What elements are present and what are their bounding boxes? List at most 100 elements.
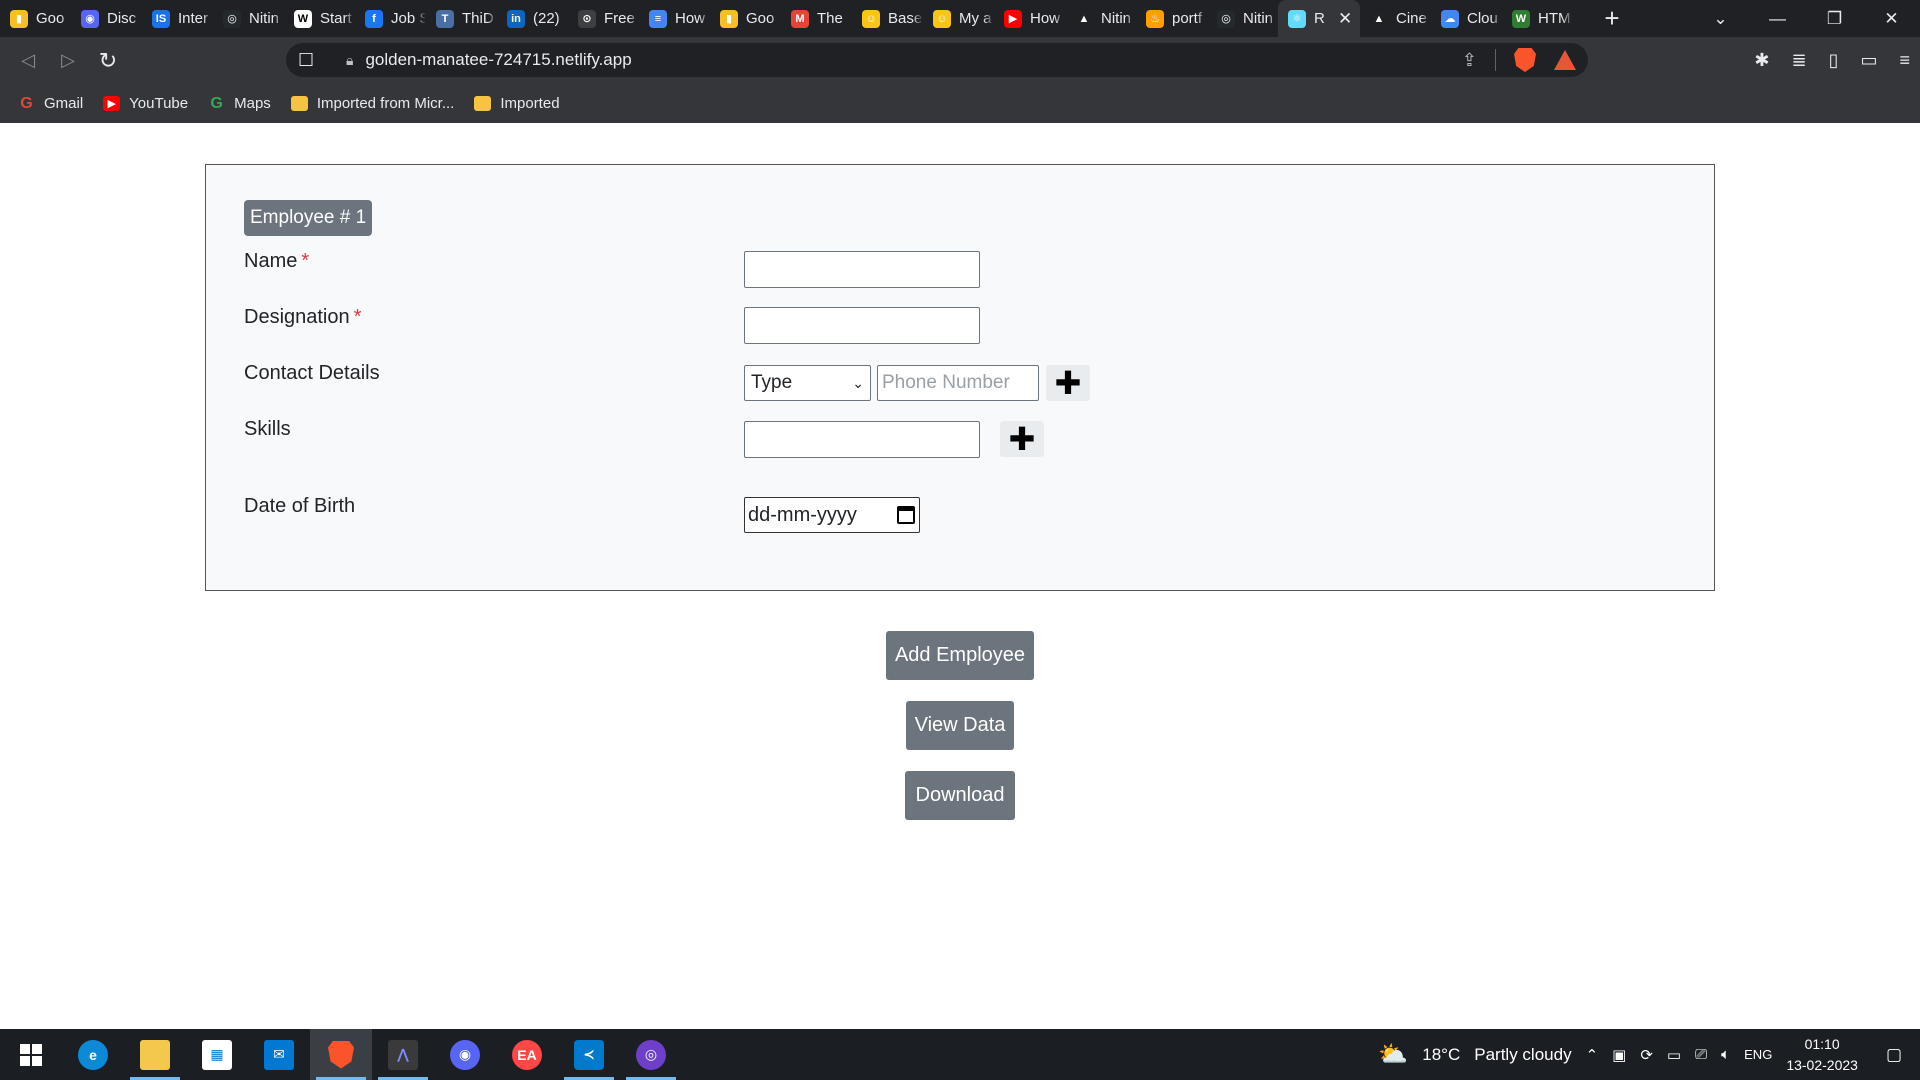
bookmark-item[interactable]: ▶ YouTube <box>103 95 188 112</box>
restore-button[interactable]: ❐ <box>1806 9 1863 29</box>
browser-tab[interactable]: ◎ Nitin <box>213 0 284 37</box>
extensions-icon[interactable]: ✱ <box>1754 50 1769 71</box>
camera-icon[interactable]: ▣ <box>1612 1046 1626 1064</box>
tab-favicon-icon: in <box>507 9 525 28</box>
browser-tab[interactable]: ▮ Goo <box>0 0 71 37</box>
browser-tab[interactable]: M The <box>781 0 852 37</box>
tab-title: Nitin <box>1243 10 1274 27</box>
taskbar-store[interactable]: ▦ <box>186 1029 248 1080</box>
weather-text[interactable]: Partly cloudy <box>1474 1045 1571 1065</box>
sidebar-icon[interactable]: ▯ <box>1829 50 1839 71</box>
employee-form-card: Employee # 1 Name * Designation * Contact … <box>205 164 1715 591</box>
brave-shields-icon[interactable] <box>1514 48 1536 72</box>
tab-favicon-icon: ▶ <box>1004 9 1022 28</box>
start-button[interactable] <box>0 1029 62 1080</box>
add-employee-button[interactable]: Add Employee <box>886 631 1034 680</box>
ea-icon: EA <box>512 1039 542 1070</box>
discord-icon: ◉ <box>450 1039 480 1070</box>
language-indicator[interactable]: ENG <box>1744 1047 1772 1062</box>
bookmark-label: Imported from Micr... <box>316 95 455 112</box>
bookmark-item[interactable]: G Maps <box>208 95 270 113</box>
browser-tab[interactable]: ♨ portf <box>1136 0 1207 37</box>
minimize-button[interactable]: — <box>1749 9 1806 29</box>
browser-tab[interactable]: ☺ Base <box>852 0 923 37</box>
lock-icon[interactable]: 🔒︎ <box>346 52 353 69</box>
designation-input[interactable] <box>744 307 980 344</box>
clock[interactable]: 01:10 13-02-2023 <box>1786 1034 1858 1076</box>
download-button[interactable]: Download <box>905 771 1015 820</box>
taskbar-file-explorer[interactable] <box>124 1029 186 1080</box>
github-icon: ◎ <box>636 1039 666 1070</box>
browser-tab[interactable]: ☁ Clou <box>1431 0 1502 37</box>
update-icon[interactable]: ⟳ <box>1640 1046 1653 1064</box>
browser-tab[interactable]: ▲ Cine <box>1360 0 1431 37</box>
reload-button[interactable]: ↻ <box>88 48 128 74</box>
taskbar-mail[interactable]: ✉ <box>248 1029 310 1080</box>
browser-tab[interactable]: ≡ How <box>639 0 710 37</box>
tab-search-icon[interactable]: ⌄ <box>1692 9 1749 29</box>
media-queue-icon[interactable]: ≣ <box>1791 50 1806 71</box>
chevron-up-icon[interactable]: ⌃ <box>1586 1046 1599 1064</box>
add-contact-button[interactable]: ✚ <box>1046 365 1090 401</box>
browser-tab[interactable]: IS Inter <box>142 0 213 37</box>
network-icon[interactable]: ⎚ <box>1695 1046 1707 1063</box>
forward-button[interactable]: ▷ <box>48 50 88 71</box>
folder-icon <box>140 1039 170 1070</box>
bookmark-item[interactable]: Imported from Micr... <box>290 95 455 112</box>
taskbar-brave[interactable] <box>310 1029 372 1080</box>
weather-temp[interactable]: 18°C <box>1422 1045 1460 1065</box>
brave-rewards-icon[interactable] <box>1554 50 1576 70</box>
tab-favicon-icon: ≡ <box>649 9 667 28</box>
tab-title: ThiD <box>462 10 494 27</box>
taskbar-vscode[interactable]: ≺ <box>558 1029 620 1080</box>
wallet-icon[interactable]: ▭ <box>1860 50 1877 71</box>
new-tab-button[interactable]: + <box>1592 3 1632 34</box>
name-input[interactable] <box>744 251 980 288</box>
taskbar-ea[interactable]: EA <box>496 1029 558 1080</box>
browser-tab[interactable]: ▶ How <box>994 0 1065 37</box>
bookmark-item[interactable]: G Gmail <box>18 95 83 113</box>
address-bar[interactable]: ☐ 🔒︎ golden-manatee-724715.netlify.app ⇪ <box>286 43 1588 77</box>
close-tab-icon[interactable]: ✕ <box>1338 9 1352 29</box>
close-window-button[interactable]: ✕ <box>1863 9 1920 29</box>
tab-favicon-icon: ◉ <box>81 9 99 28</box>
phone-number-input[interactable]: Phone Number <box>877 365 1039 401</box>
bookmark-label: YouTube <box>129 95 189 112</box>
date-of-birth-input[interactable]: dd-mm-yyyy <box>744 497 920 533</box>
taskbar-github[interactable]: ◎ <box>620 1029 682 1080</box>
volume-icon[interactable]: 🔈︎ <box>1721 1046 1730 1063</box>
add-skill-button[interactable]: ✚ <box>1000 421 1044 457</box>
notification-icon[interactable]: ▢ <box>1886 1045 1902 1065</box>
browser-tab[interactable]: ⊙ Free <box>568 0 639 37</box>
browser-tab[interactable]: ☺ My a <box>923 0 994 37</box>
browser-tab[interactable]: f Job S <box>355 0 426 37</box>
tab-title: R <box>1314 10 1325 27</box>
browser-tab[interactable]: T ThiD <box>426 0 497 37</box>
contact-type-select[interactable]: Type ⌄ <box>744 365 871 401</box>
bookmark-icon[interactable]: ☐ <box>298 50 314 71</box>
browser-tab[interactable]: W HTM <box>1502 0 1573 37</box>
browser-tab[interactable]: ⚛ R ✕ <box>1278 0 1360 37</box>
back-button[interactable]: ◁ <box>8 50 48 71</box>
browser-tab[interactable]: ▮ Goo <box>710 0 781 37</box>
taskbar-discord[interactable]: ◉ <box>434 1029 496 1080</box>
browser-tab[interactable]: ▲ Nitin <box>1065 0 1136 37</box>
tab-favicon-icon: ☺ <box>862 9 880 28</box>
bookmark-item[interactable]: Imported <box>474 95 560 112</box>
browser-tab[interactable]: W Start <box>284 0 355 37</box>
taskbar-predator[interactable]: ⋀ <box>372 1029 434 1080</box>
youtube-icon: ▶ <box>103 96 121 111</box>
share-icon[interactable]: ⇪ <box>1462 50 1477 71</box>
url-text[interactable]: golden-manatee-724715.netlify.app <box>365 50 631 70</box>
browser-tab[interactable]: ◉ Disc <box>71 0 142 37</box>
calendar-icon[interactable] <box>897 506 915 524</box>
weather-icon[interactable]: ⛅ <box>1378 1040 1408 1069</box>
browser-tab[interactable]: in (22) <box>497 0 568 37</box>
tab-favicon-icon: ⚛ <box>1288 9 1306 28</box>
view-data-button[interactable]: View Data <box>906 701 1014 750</box>
browser-tab[interactable]: ◎ Nitin <box>1207 0 1278 37</box>
menu-icon[interactable]: ≡ <box>1899 50 1910 71</box>
battery-icon[interactable]: ▭ <box>1667 1046 1681 1064</box>
taskbar-edge[interactable]: e <box>62 1029 124 1080</box>
skills-input[interactable] <box>744 421 980 458</box>
